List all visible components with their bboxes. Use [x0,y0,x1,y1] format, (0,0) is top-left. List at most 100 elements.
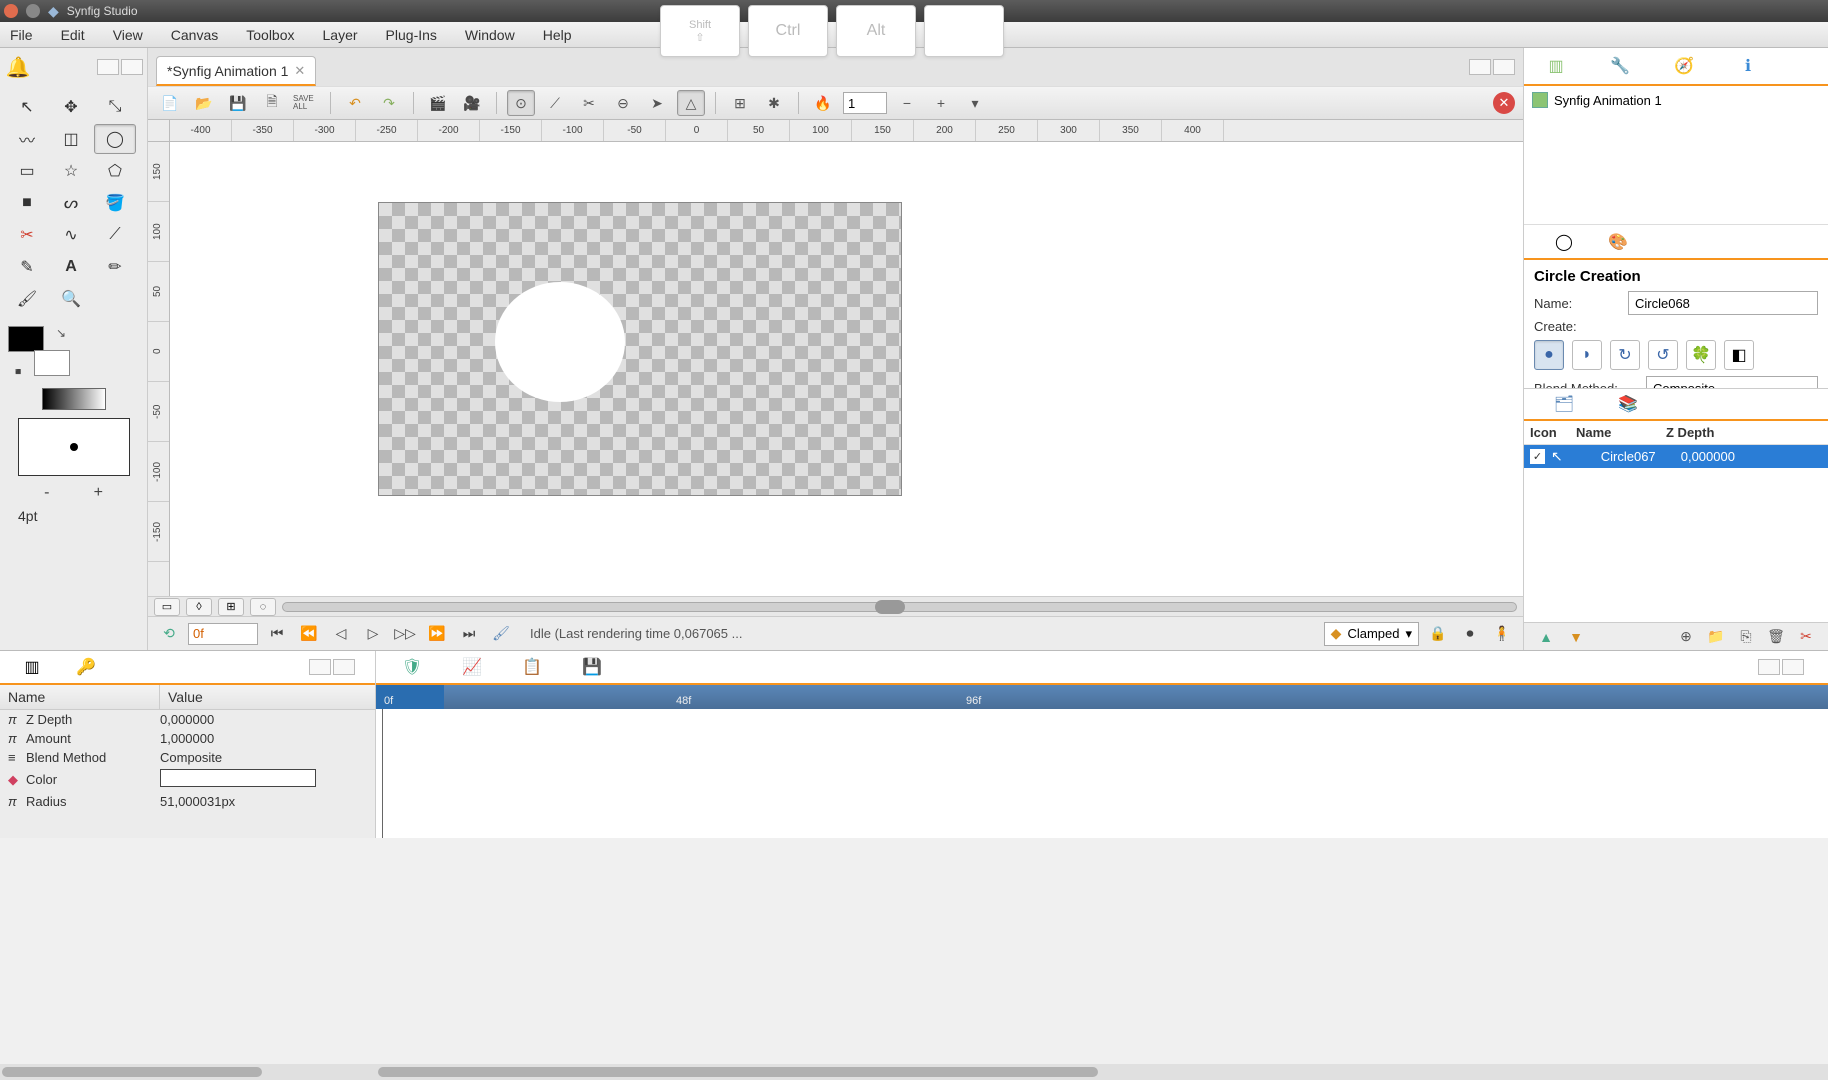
tool-gradient[interactable]: ■ [6,188,48,218]
undo-button[interactable]: ↶ [341,90,369,116]
create-link-icon[interactable]: ◧ [1724,340,1754,370]
hscroll-thumb[interactable] [2,1067,262,1077]
tl-tab-1[interactable]: 🛡 [400,655,424,679]
menu-toolbox[interactable]: Toolbox [242,25,298,45]
menu-layer[interactable]: Layer [319,25,362,45]
menu-help[interactable]: Help [539,25,576,45]
layer-up-button[interactable]: ▲ [1536,627,1556,647]
tab-canvas-icon[interactable]: ▥ [1544,54,1568,78]
param-row[interactable]: πZ Depth0,000000 [0,710,375,729]
create-advanced-icon[interactable]: ↻ [1610,340,1640,370]
record-button[interactable]: ⏺ [1457,622,1483,646]
dock-handle[interactable] [1493,59,1515,75]
dock-handle[interactable] [1758,659,1780,675]
param-row[interactable]: πAmount1,000000 [0,729,375,748]
dock-handle[interactable] [333,659,355,675]
close-canvas-button[interactable]: ✕ [1493,92,1515,114]
tool-transform[interactable]: ✥ [50,92,92,122]
tool-fill[interactable]: 🪣 [94,188,136,218]
dock-handle[interactable] [121,59,143,75]
menu-edit[interactable]: Edit [57,25,89,45]
zoom-input[interactable] [843,92,887,114]
zoom-dropdown[interactable]: ▾ [961,90,989,116]
dock-handle[interactable] [309,659,331,675]
create-region-icon[interactable]: ● [1534,340,1564,370]
document-tab[interactable]: *Synfig Animation 1 ✕ [156,56,316,86]
open-button[interactable]: 📂 [190,90,218,116]
last-frame-button[interactable]: ⏭ [456,622,482,646]
fit-button[interactable]: ▭ [154,598,180,616]
layer-down-button[interactable]: ▼ [1566,627,1586,647]
window-min-icon[interactable] [26,4,40,18]
project-name[interactable]: Synfig Animation 1 [1554,93,1662,108]
snap-mode-1[interactable]: ⊙ [507,90,535,116]
layer-del-button[interactable]: 🗑 [1766,627,1786,647]
brush-smaller-button[interactable]: - [44,484,49,502]
window-close-icon[interactable] [4,4,18,18]
snap-mode-6[interactable]: △ [677,90,705,116]
tab-info-icon[interactable]: ℹ [1736,54,1760,78]
foreground-color[interactable] [8,326,44,352]
layer-new-button[interactable]: ⊕ [1676,627,1696,647]
tool-polygon[interactable]: ⬠ [94,156,136,186]
redo-button[interactable]: ↷ [375,90,403,116]
shape-name-input[interactable] [1628,291,1818,315]
tab-close-icon[interactable]: ✕ [294,63,305,79]
loop-button[interactable]: ⟲ [156,622,182,646]
frame-input[interactable] [188,623,258,645]
layer-cut-button[interactable]: ✂ [1796,627,1816,647]
first-frame-button[interactable]: ⏮ [264,622,290,646]
new-button[interactable]: 📄 [156,90,184,116]
prev-frame-button[interactable]: ◁ [328,622,354,646]
tab-palette-icon[interactable]: 🎨 [1606,230,1630,254]
keyframe-button[interactable]: 🖌 [488,622,514,646]
menu-view[interactable]: View [109,25,147,45]
timeline-ruler[interactable]: 0f 48f 96f [376,685,1828,709]
tab-nav-icon[interactable]: 🧭 [1672,54,1696,78]
tool-circle[interactable]: ◯ [94,124,136,154]
tab-shape-icon[interactable]: ◯ [1552,230,1576,254]
param-row[interactable]: ≡Blend MethodComposite [0,748,375,767]
snap-mode-4[interactable]: ⊖ [609,90,637,116]
tool-brush[interactable]: 🖌 [6,284,48,314]
scroll-btn-1[interactable]: ◊ [186,598,212,616]
scroll-btn-3[interactable]: ◌ [250,598,276,616]
next-frame-button[interactable]: ▷▷ [392,622,418,646]
menu-window[interactable]: Window [461,25,519,45]
save-button[interactable]: 💾 [224,90,252,116]
menu-plugins[interactable]: Plug-Ins [382,25,441,45]
tab-tools-icon[interactable]: 🔧 [1608,54,1632,78]
playhead[interactable] [382,709,383,838]
prev-key-button[interactable]: ⏪ [296,622,322,646]
tool-star[interactable]: ☆ [50,156,92,186]
animate-mode-button[interactable]: 🧍 [1489,622,1515,646]
play-button[interactable]: ▷ [360,622,386,646]
interp-mode-select[interactable]: ◆Clamped▾ [1324,622,1419,646]
tool-arrow[interactable]: ↖ [6,92,48,122]
tool-scale[interactable]: ⤡ [94,92,136,122]
save-as-button[interactable]: 🗎 [258,90,286,116]
snap-mode-3[interactable]: ✂ [575,90,603,116]
render-button[interactable]: 🎬 [424,90,452,116]
preview-button[interactable]: 🎥 [458,90,486,116]
next-key-button[interactable]: ⏩ [424,622,450,646]
save-all-button[interactable]: SAVE ALL [292,90,320,116]
hscroll-thumb[interactable] [378,1067,1098,1077]
tool-width[interactable]: ⟋ [94,220,136,250]
circle-shape[interactable] [495,282,625,402]
zoom-in-button[interactable]: + [927,90,955,116]
library-tab-icon[interactable]: 📚 [1616,392,1640,416]
menu-file[interactable]: File [6,25,37,45]
color-swatch[interactable]: ↘ ◾ [8,326,70,376]
canvas-area[interactable]: -400-350-300-250-200-150-100-50050100150… [148,120,1523,596]
layer-group-button[interactable]: 📁 [1706,627,1726,647]
canvas[interactable] [170,142,1523,596]
tool-zoom[interactable]: 🔍 [50,284,92,314]
tool-rectangle[interactable]: ▭ [6,156,48,186]
layer-name[interactable]: Circle067 [1601,449,1681,464]
tl-tab-3[interactable]: 📋 [520,655,544,679]
param-row[interactable]: πRadius51,000031px [0,792,375,811]
layers-tab-icon[interactable]: 🗂 [1552,392,1576,416]
onion-button[interactable]: 🔥 [809,90,837,116]
create-curve-icon[interactable]: 🍀 [1686,340,1716,370]
